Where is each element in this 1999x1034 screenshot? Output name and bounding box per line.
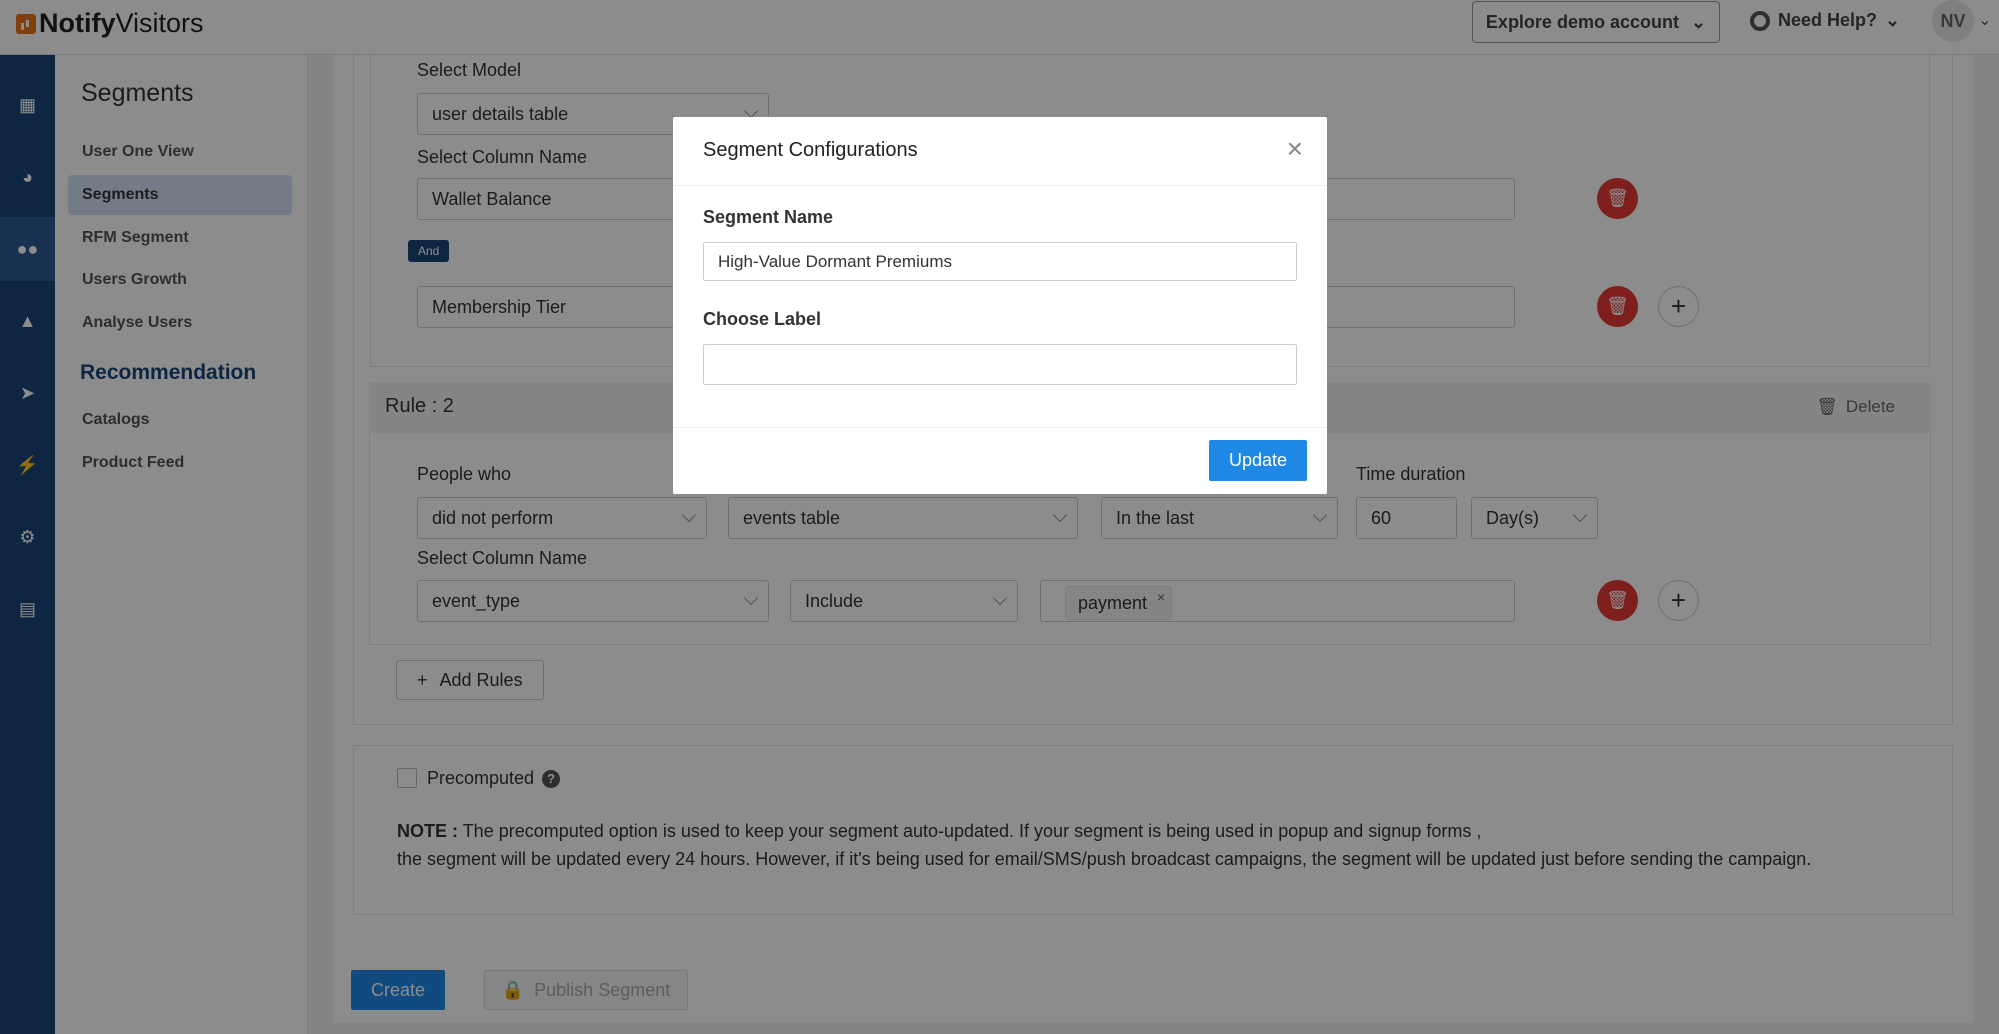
segment-config-modal: Segment Configurations × Segment Name Ch… [673, 117, 1327, 494]
choose-label-label: Choose Label [703, 309, 822, 329]
modal-footer: Update [673, 427, 1327, 494]
segment-name-input[interactable] [703, 242, 1297, 281]
choose-label-input[interactable] [703, 344, 1297, 385]
update-button[interactable]: Update [1209, 440, 1307, 481]
segment-name-label: Segment Name [703, 207, 834, 227]
modal-header: Segment Configurations × [673, 117, 1327, 186]
close-icon[interactable]: × [1287, 135, 1303, 163]
modal-title: Segment Configurations [703, 139, 918, 161]
